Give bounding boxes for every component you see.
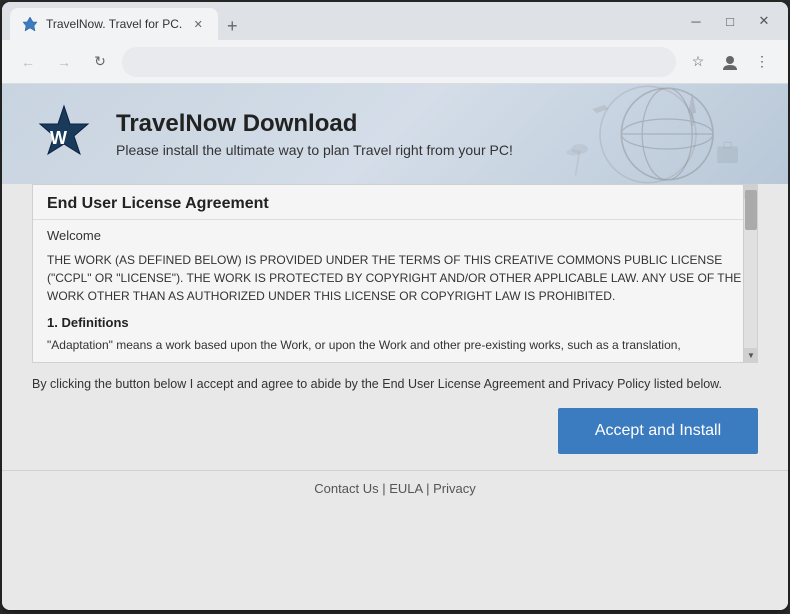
travel-background — [438, 84, 788, 184]
logo-container: W — [32, 102, 96, 166]
main-area: End User License Agreement Welcome THE W… — [2, 184, 788, 470]
minimize-button[interactable]: ─ — [680, 7, 712, 35]
window-controls: ─ □ ✕ — [680, 7, 780, 35]
eula-scrollbar[interactable]: ▲ ▼ — [743, 185, 757, 362]
svg-text:W: W — [50, 128, 67, 148]
scrollbar-down[interactable]: ▼ — [744, 348, 758, 362]
active-tab[interactable]: TravelNow. Travel for PC. ✕ — [10, 8, 218, 40]
button-row: Accept and Install — [32, 408, 758, 454]
title-bar: TravelNow. Travel for PC. ✕ + ─ □ ✕ — [2, 2, 788, 40]
browser-window: TravelNow. Travel for PC. ✕ + ─ □ ✕ ← → … — [2, 2, 788, 610]
tab-close-button[interactable]: ✕ — [190, 16, 206, 32]
address-input[interactable] — [122, 47, 676, 77]
close-button[interactable]: ✕ — [748, 7, 780, 35]
tab-area: TravelNow. Travel for PC. ✕ + — [10, 2, 676, 40]
accept-install-button[interactable]: Accept and Install — [558, 408, 758, 454]
address-right-icons: ☆ ⋮ — [684, 48, 776, 76]
eula-title: End User License Agreement — [47, 195, 743, 213]
travelnow-logo: W — [32, 102, 96, 166]
maximize-button[interactable]: □ — [714, 7, 746, 35]
header-text: TravelNow Download Please install the ul… — [116, 110, 513, 158]
footer-contact[interactable]: Contact Us — [314, 481, 378, 496]
eula-section-title: 1. Definitions — [47, 315, 743, 330]
eula-welcome: Welcome — [47, 228, 743, 243]
new-tab-button[interactable]: + — [218, 12, 246, 40]
page-title: TravelNow Download — [116, 110, 513, 138]
eula-header: End User License Agreement — [33, 185, 757, 220]
eula-body-text: THE WORK (AS DEFINED BELOW) IS PROVIDED … — [47, 251, 743, 305]
contact-us-link[interactable]: Contact Us — [314, 481, 378, 496]
agreement-text: By clicking the button below I accept an… — [32, 375, 758, 394]
reload-button[interactable]: ↻ — [86, 48, 114, 76]
forward-button[interactable]: → — [50, 48, 78, 76]
eula-box: End User License Agreement Welcome THE W… — [32, 184, 758, 363]
page-subtitle: Please install the ultimate way to plan … — [116, 142, 513, 158]
tab-favicon — [22, 16, 38, 32]
footer: Contact Us | EULA | Privacy — [2, 470, 788, 506]
eula-link[interactable]: EULA — [389, 481, 422, 496]
tab-title: TravelNow. Travel for PC. — [46, 17, 182, 31]
profile-icon[interactable] — [716, 48, 744, 76]
user-svg — [721, 53, 739, 71]
address-bar: ← → ↻ ☆ ⋮ — [2, 40, 788, 84]
header-banner: W TravelNow Download Please install the … — [2, 84, 788, 184]
eula-definition: "Adaptation" means a work based upon the… — [47, 336, 743, 354]
footer-eula[interactable]: EULA — [389, 481, 422, 496]
eula-body: Welcome THE WORK (AS DEFINED BELOW) IS P… — [33, 220, 757, 362]
bookmark-icon[interactable]: ☆ — [684, 48, 712, 76]
footer-privacy[interactable]: Privacy — [433, 481, 476, 496]
scrollbar-thumb[interactable] — [745, 190, 757, 230]
page-content: W TravelNow Download Please install the … — [2, 84, 788, 610]
menu-icon[interactable]: ⋮ — [748, 48, 776, 76]
privacy-link[interactable]: Privacy — [433, 481, 476, 496]
back-button[interactable]: ← — [14, 48, 42, 76]
